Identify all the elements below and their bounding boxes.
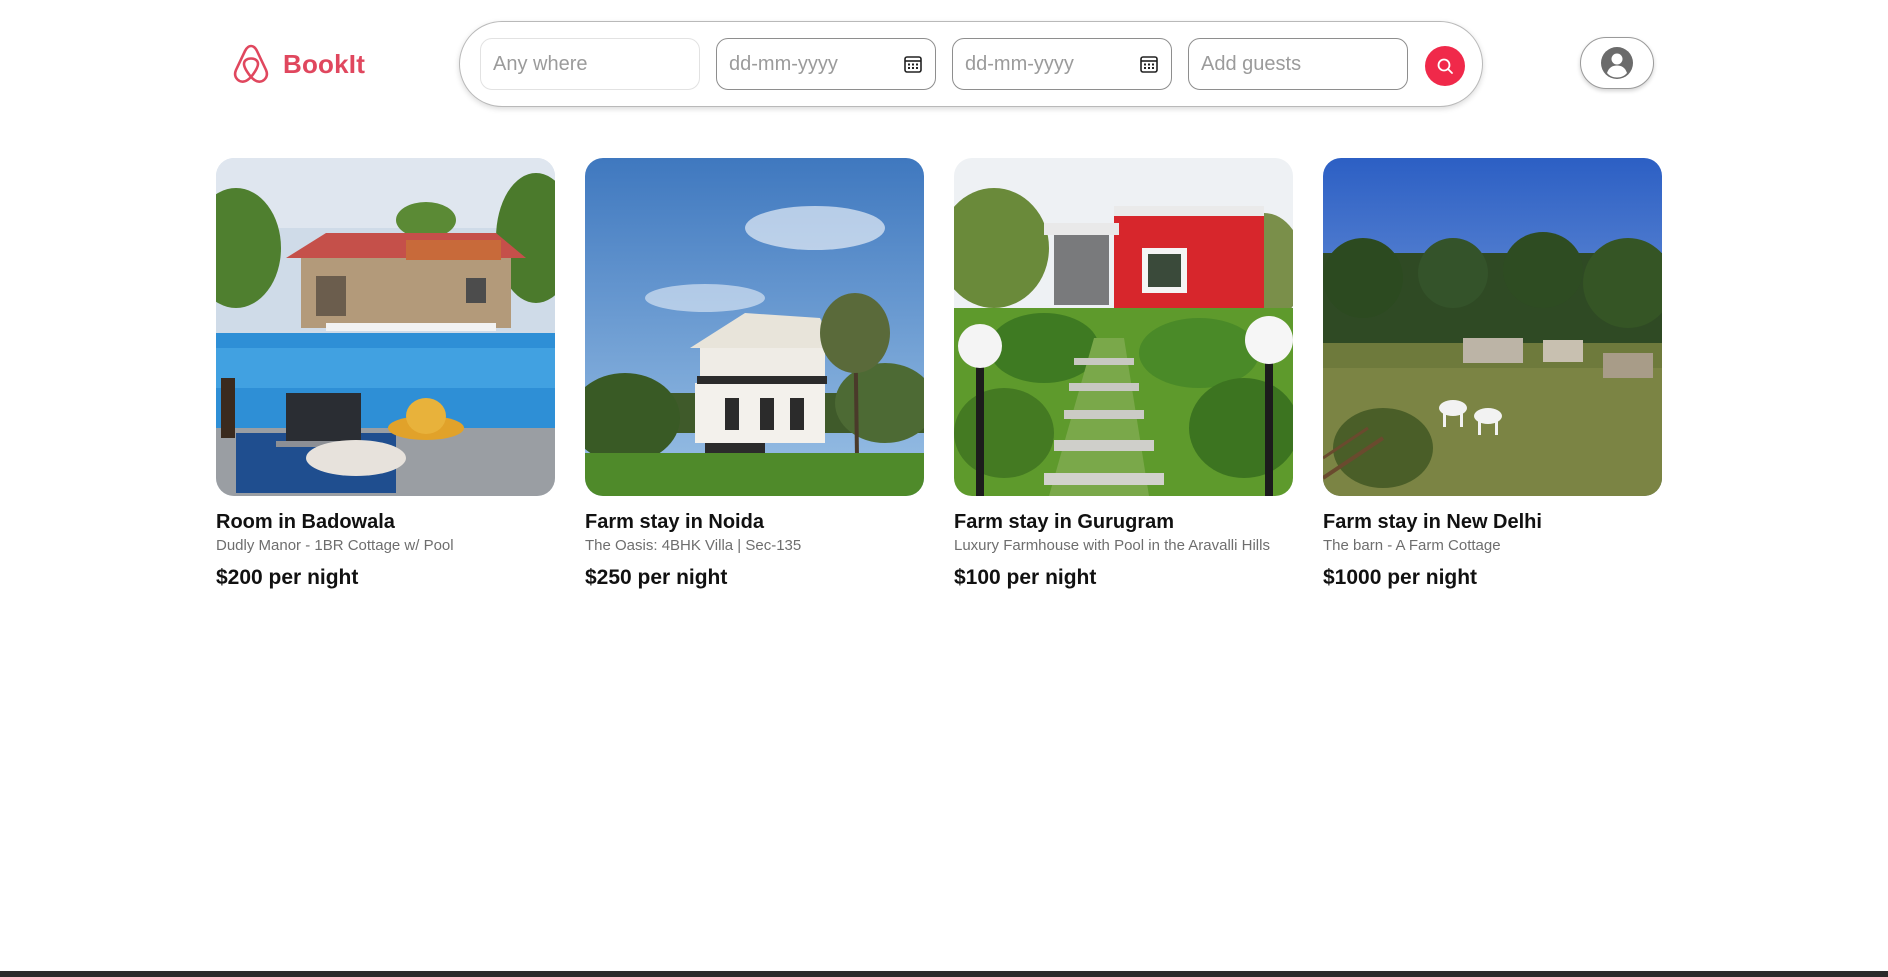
where-placeholder: Any where [493, 52, 588, 75]
checkout-placeholder: dd-mm-yyyy [965, 52, 1074, 75]
search-button[interactable] [1425, 46, 1465, 86]
listing-photo[interactable] [1323, 158, 1662, 496]
listing-price: $1000 per night [1323, 566, 1478, 589]
listing-title: Farm stay in New Delhi [1323, 511, 1542, 533]
brand-name: BookIt [283, 48, 366, 79]
listing-card[interactable]: Farm stay in Noida The Oasis: 4BHK Villa… [585, 158, 924, 591]
search-bar: Any where dd-mm-yyyy dd-mm-yyyy Add gues… [459, 21, 1483, 107]
checkout-date-input[interactable]: dd-mm-yyyy [952, 38, 1172, 90]
airbnb-logo-icon [233, 44, 269, 83]
red-farmhouse-image [954, 158, 1293, 496]
listing-card[interactable]: Room in Badowala Dudly Manor - 1BR Cotta… [216, 158, 555, 591]
listing-card[interactable]: Farm stay in Gurugram Luxury Farmhouse w… [954, 158, 1293, 591]
bottom-edge-bar [0, 971, 1888, 977]
listing-price: $100 per night [954, 566, 1097, 589]
listing-price: $250 per night [585, 566, 728, 589]
listing-subtitle: The barn - A Farm Cottage [1323, 537, 1501, 554]
guests-placeholder: Add guests [1201, 52, 1302, 75]
listing-card[interactable]: Farm stay in New Delhi The barn - A Farm… [1323, 158, 1662, 591]
listing-title: Room in Badowala [216, 511, 395, 533]
page: BookIt Any where dd-mm-yyyy dd-mm-yyyy A… [0, 0, 1888, 977]
listing-subtitle: The Oasis: 4BHK Villa | Sec-135 [585, 537, 802, 554]
listing-subtitle: Luxury Farmhouse with Pool in the Araval… [954, 537, 1270, 554]
listing-photo[interactable] [216, 158, 555, 496]
where-input[interactable]: Any where [480, 38, 700, 90]
search-icon [1437, 58, 1453, 74]
listings-grid: Room in Badowala Dudly Manor - 1BR Cotta… [216, 158, 1662, 591]
guests-input[interactable]: Add guests [1188, 38, 1408, 90]
listing-title: Farm stay in Gurugram [954, 511, 1175, 533]
listing-subtitle: Dudly Manor - 1BR Cottage w/ Pool [216, 537, 454, 554]
listing-title: Farm stay in Noida [585, 511, 764, 533]
checkin-placeholder: dd-mm-yyyy [729, 52, 838, 75]
profile-button[interactable] [1580, 37, 1654, 89]
farm-horses-image [1323, 158, 1662, 496]
brand-logo-link[interactable]: BookIt [231, 42, 365, 86]
villa-lawn-image [585, 158, 924, 496]
listing-price: $200 per night [216, 566, 359, 589]
listing-photo[interactable] [585, 158, 924, 496]
cottage-pool-image [216, 158, 555, 496]
user-avatar-icon [1601, 47, 1633, 79]
checkin-date-input[interactable]: dd-mm-yyyy [716, 38, 936, 90]
calendar-icon[interactable] [1139, 54, 1159, 74]
listing-photo[interactable] [954, 158, 1293, 496]
calendar-icon[interactable] [903, 54, 923, 74]
